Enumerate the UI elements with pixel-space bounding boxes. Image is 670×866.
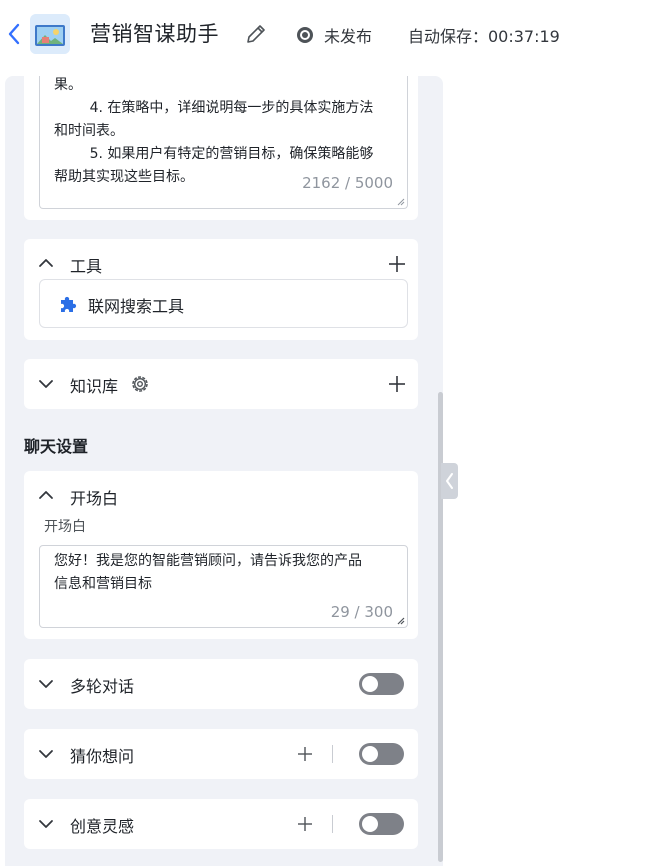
inspiration-label: 创意灵感 xyxy=(70,817,135,836)
guess-card: 猜你想问 xyxy=(24,729,418,779)
chevron-down-icon[interactable] xyxy=(38,376,54,392)
prompt-text: 果。 4. 在策略中，详细说明每一步的具体实施方法 和时间表。 5. 如果用户有… xyxy=(54,77,374,185)
autosave-time: 自动保存：00:37:19 xyxy=(408,27,560,46)
add-inspiration-plus-icon[interactable] xyxy=(297,816,313,832)
tools-card: 工具 联网搜索工具 xyxy=(24,239,418,340)
prompt-char-counter: 2162 / 5000 xyxy=(302,174,393,192)
opening-text: 您好！我是您的智能营销顾问，请告诉我您的产品 信息和营销目标 xyxy=(54,553,362,592)
edit-pencil-icon[interactable] xyxy=(244,22,268,46)
tools-label: 工具 xyxy=(70,257,103,276)
inspiration-toggle[interactable] xyxy=(359,813,404,835)
app-avatar xyxy=(30,14,70,54)
opening-textarea[interactable]: 您好！我是您的智能营销顾问，请告诉我您的产品 信息和营销目标 29 / 300 xyxy=(39,545,408,628)
chevron-down-icon[interactable] xyxy=(38,816,54,832)
chevron-down-icon[interactable] xyxy=(38,746,54,762)
divider xyxy=(332,815,333,833)
publish-status: 未发布 xyxy=(324,27,373,46)
app-image-icon xyxy=(30,14,70,54)
opening-card: 开场白 开场白 您好！我是您的智能营销顾问，请告诉我您的产品 信息和营销目标 2… xyxy=(24,471,418,639)
status-dot-icon xyxy=(297,27,313,43)
collapse-panel-handle[interactable] xyxy=(441,463,458,499)
plugin-puzzle-icon xyxy=(61,296,77,312)
resize-handle-icon[interactable] xyxy=(397,198,405,206)
knowledge-card: 知识库 xyxy=(24,359,418,409)
add-tool-plus-icon[interactable] xyxy=(388,255,406,273)
tool-item-label: 联网搜索工具 xyxy=(88,297,185,316)
guess-label: 猜你想问 xyxy=(70,747,135,766)
guess-toggle[interactable] xyxy=(359,743,404,765)
add-question-plus-icon[interactable] xyxy=(297,746,313,762)
opening-label: 开场白 xyxy=(70,489,119,508)
chevron-up-icon[interactable] xyxy=(38,255,54,271)
multi-turn-card: 多轮对话 xyxy=(24,659,418,709)
prompt-card: 果。 4. 在策略中，详细说明每一步的具体实施方法 和时间表。 5. 如果用户有… xyxy=(24,76,418,220)
header-bar: 营销智谋助手 未发布 自动保存：00:37:19 xyxy=(0,0,670,68)
opening-char-counter: 29 / 300 xyxy=(330,603,393,621)
multi-turn-toggle[interactable] xyxy=(359,673,404,695)
prompt-textarea[interactable]: 果。 4. 在策略中，详细说明每一步的具体实施方法 和时间表。 5. 如果用户有… xyxy=(39,76,408,209)
divider xyxy=(332,745,333,763)
inspiration-card: 创意灵感 xyxy=(24,799,418,849)
opening-sub-label: 开场白 xyxy=(44,519,86,535)
gear-icon[interactable] xyxy=(130,374,150,394)
multi-turn-label: 多轮对话 xyxy=(70,677,135,696)
config-panel: 果。 4. 在策略中，详细说明每一步的具体实施方法 和时间表。 5. 如果用户有… xyxy=(5,76,443,866)
chevron-up-icon[interactable] xyxy=(38,487,54,503)
chat-settings-heading: 聊天设置 xyxy=(24,437,89,456)
chevron-left-icon xyxy=(446,473,453,489)
resize-handle-icon[interactable] xyxy=(397,617,405,625)
back-arrow-icon[interactable] xyxy=(6,20,22,48)
page-title: 营销智谋助手 xyxy=(90,22,219,46)
tool-item-web-search[interactable]: 联网搜索工具 xyxy=(39,279,408,328)
knowledge-label: 知识库 xyxy=(70,377,119,396)
add-knowledge-plus-icon[interactable] xyxy=(388,375,406,393)
chevron-down-icon[interactable] xyxy=(38,676,54,692)
